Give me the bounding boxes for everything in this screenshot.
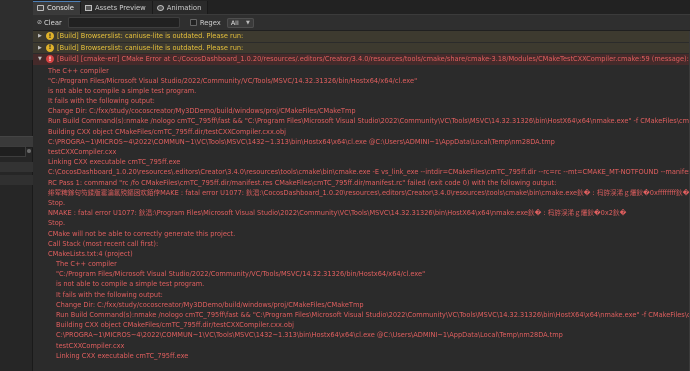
error-detail-line: is not able to compile a simple test pro… xyxy=(48,86,197,95)
tab-assets-preview-label: Assets Preview xyxy=(94,3,146,12)
search-input[interactable] xyxy=(67,17,180,28)
error-icon: ! xyxy=(46,55,54,64)
log-message: [Build] Browserslist: caniuse-lite is ou… xyxy=(57,43,244,52)
clear-icon: ⊘ xyxy=(37,19,43,26)
warning-icon: ! xyxy=(46,43,54,52)
error-detail-line: Change Dir: C:/fxx/study/cocoscreator/My… xyxy=(48,107,356,116)
error-detail-line: "C:/Program Files/Microsoft Visual Studi… xyxy=(48,76,418,85)
console-icon xyxy=(37,5,44,11)
error-detail-line: Building CXX object CMakeFiles/cmTC_795f… xyxy=(48,127,286,136)
error-detail-line: testCXXCompiler.cxx xyxy=(48,148,117,156)
log-level-select[interactable]: All ▼ xyxy=(226,17,254,28)
collapse-caret-icon[interactable]: ▼ xyxy=(38,56,43,62)
warning-icon: ! xyxy=(46,32,54,41)
error-detail-line: is not able to compile a simple test pro… xyxy=(56,280,205,289)
tab-console[interactable]: Console xyxy=(33,1,81,14)
tab-assets-preview[interactable]: Assets Preview xyxy=(80,1,153,14)
error-detail-line: "C:/Program Files/Microsoft Visual Studi… xyxy=(56,270,426,279)
regex-checkbox[interactable] xyxy=(189,19,197,26)
adjacent-panel-row xyxy=(0,175,33,185)
regex-toggle[interactable]: Regex xyxy=(189,18,221,27)
error-detail-line: Linking CXX executable cmTC_795ff.exe xyxy=(56,351,189,360)
adjacent-panel-dot xyxy=(27,149,31,153)
error-detail-line: It fails with the following output: xyxy=(56,290,163,299)
error-detail-line: The C++ compiler xyxy=(48,66,109,75)
error-detail-line: C:\PROGRA~1\MICROS~4\2022\COMMUN~1\VC\To… xyxy=(48,137,555,146)
error-detail-line: RC Pass 1: command "rc /fo CMakeFiles\cm… xyxy=(48,178,557,187)
error-detail-line: Stop. xyxy=(48,219,66,228)
error-detail-line: C:\PROGRA~1\MICROS~4\2022\COMMUN~1\VC\To… xyxy=(56,331,563,340)
adjacent-panel-field[interactable] xyxy=(0,146,26,157)
error-detail-line: Linking CXX executable cmTC_795ff.exe xyxy=(48,158,181,167)
error-detail-line: Change Dir: C:/fxx/study/cocoscreator/My… xyxy=(56,300,364,309)
error-detail-line: NMAKE : fatal error U1077: 鈥淐:\Program F… xyxy=(48,209,627,218)
error-detail-line: CMake will not be able to correctly gene… xyxy=(48,229,236,238)
tab-animation-label: Animation xyxy=(166,3,202,12)
log-entry-warning[interactable]: ▶ ! [Build] Browserslist: caniuse-lite i… xyxy=(33,31,690,43)
tab-console-label: Console xyxy=(47,4,74,12)
error-detail-line: 绯荤粺鎵句笉鍒版寚瀹氱殑鏂囦欢銆侼MAKE : fatal error U107… xyxy=(48,188,690,197)
console-panel: Console Assets Preview Animation ⊘ Clear… xyxy=(33,0,690,371)
log-entry-error[interactable]: ▼ ! [Build] [cmake-err] CMake Error at C… xyxy=(33,54,690,66)
error-detail-line: testCXXCompiler.cxx xyxy=(56,341,125,350)
clear-button[interactable]: ⊘ Clear xyxy=(37,19,62,27)
chevron-down-icon: ▼ xyxy=(245,19,250,26)
assets-preview-icon xyxy=(84,4,92,11)
error-detail-line: Call Stack (most recent call first): xyxy=(48,239,159,248)
console-toolbar: ⊘ Clear Regex All ▼ xyxy=(33,15,690,31)
error-detail-line: Run Build Command(s):nmake /nologo cmTC_… xyxy=(56,311,690,319)
error-detail-line: Run Build Command(s):nmake /nologo cmTC_… xyxy=(48,117,690,126)
regex-label: Regex xyxy=(199,18,221,27)
error-details: The C++ compiler "C:/Program Files/Micros… xyxy=(33,66,690,361)
expand-caret-icon[interactable]: ▶ xyxy=(38,45,43,51)
error-detail-line: Building CXX object CMakeFiles/cmTC_795f… xyxy=(56,321,294,330)
log-message: [Build] Browserslist: caniuse-lite is ou… xyxy=(57,32,244,41)
clear-button-label: Clear xyxy=(44,18,62,27)
expand-caret-icon[interactable]: ▶ xyxy=(38,33,43,39)
error-detail-line: It fails with the following output: xyxy=(48,97,155,106)
animation-icon xyxy=(156,4,164,11)
error-detail-line: Stop. xyxy=(48,198,66,207)
error-detail-line: CMakeLists.txt:4 (project) xyxy=(48,249,133,258)
log-list[interactable]: ▶ ! [Build] Browserslist: caniuse-lite i… xyxy=(33,31,690,371)
panel-tab-bar: Console Assets Preview Animation xyxy=(33,0,690,15)
tab-animation[interactable]: Animation xyxy=(152,1,209,14)
log-level-value: All xyxy=(230,18,239,27)
error-detail-line: The C++ compiler xyxy=(56,260,117,269)
log-message: [Build] [cmake-err] CMake Error at C:/Co… xyxy=(57,55,689,64)
error-detail-line: C:\CocosDashboard_1.0.20\resources\.edit… xyxy=(48,168,690,177)
adjacent-panel-top xyxy=(0,0,33,60)
adjacent-panel-row xyxy=(0,162,33,172)
log-entry-warning[interactable]: ▶ ! [Build] Browserslist: caniuse-lite i… xyxy=(33,42,690,54)
adjacent-panel-strip xyxy=(0,0,33,371)
